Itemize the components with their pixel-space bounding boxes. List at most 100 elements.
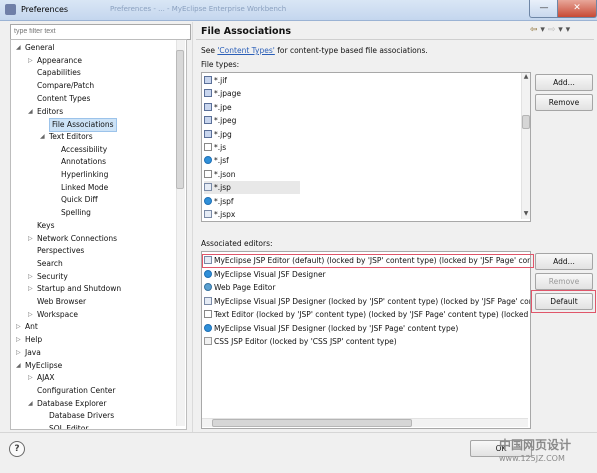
tree-item[interactable]: Content Types [37,93,90,105]
tree-item[interactable]: Startup and Shutdown [37,283,121,295]
view-menu-icon[interactable]: ▾ [566,25,571,35]
collapsed-twisty-icon[interactable]: ▷ [16,336,21,343]
tree-item[interactable]: Database Drivers [49,410,114,422]
tree-item[interactable]: Hyperlinking [61,169,108,181]
collapsed-twisty-icon[interactable]: ▷ [28,285,33,292]
help-button[interactable]: ? [9,441,25,457]
editor-row[interactable]: MyEclipse Visual JSP Designer (locked by… [204,295,530,308]
json-file-icon [204,169,212,178]
editor-row[interactable]: CSS JSP Editor (locked by 'CSS JSP' cont… [204,335,397,348]
tree-item[interactable]: Spelling [61,207,91,219]
tree-item[interactable]: Search [37,258,63,270]
file-type-row[interactable]: *.js [204,141,226,154]
file-type-label: *.jpage [214,89,241,99]
file-type-row[interactable]: *.jsf [204,154,229,167]
expanded-twisty-icon[interactable]: ◢ [16,362,21,369]
file-type-row[interactable]: *.jpg [204,128,232,141]
collapsed-twisty-icon[interactable]: ▷ [28,311,33,318]
file-image-icon [204,129,212,138]
editors-hscrollbar[interactable] [202,418,528,427]
back-dropdown-icon[interactable]: ▾ [540,25,545,35]
expanded-twisty-icon[interactable]: ◢ [16,44,21,51]
add-file-type-button[interactable]: Add... [535,74,593,91]
tree-item[interactable]: Quick Diff [61,194,98,206]
file-types-scrollbar-thumb[interactable] [522,115,530,129]
jsp-file-icon [204,183,212,192]
forward-dropdown-icon[interactable]: ▾ [558,25,563,35]
tree-item[interactable]: Java [25,347,41,359]
tree-item[interactable]: Accessibility [61,144,107,156]
file-type-row[interactable]: *.jspf [204,195,234,208]
collapsed-twisty-icon[interactable]: ▷ [16,323,21,330]
text-file-icon [204,310,212,318]
file-types-scrollbar[interactable]: ▲ ▼ [521,73,530,219]
forward-arrow-icon[interactable]: ⇨ [548,25,556,35]
preferences-tree[interactable]: ◢ General ▷ Appearance Capabilities Compare/P… [10,39,187,430]
tree-item[interactable]: Editors [37,106,63,118]
tree-item[interactable]: Annotations [61,156,106,168]
tree-item[interactable]: Capabilities [37,67,81,79]
scroll-down-icon[interactable]: ▼ [522,210,530,218]
tree-item[interactable]: Ant [25,321,38,333]
tree-item[interactable]: Text Editors [49,131,93,143]
tree-item[interactable]: Perspectives [37,245,84,257]
associated-editors-list[interactable]: CSS JSP Editor (locked by 'CSS JSP' cont… [201,251,531,429]
web-page-icon [204,283,212,291]
file-type-row[interactable]: *.jsp [204,181,300,195]
editor-row[interactable]: Web Page Editor [204,281,275,294]
tree-item[interactable]: Appearance [37,55,82,67]
file-type-label: *.jspx [214,210,236,219]
file-type-row[interactable]: *.jpage [204,87,241,100]
back-arrow-icon[interactable]: ⇦ [530,25,538,35]
content-types-link[interactable]: 'Content Types' [217,46,274,55]
minimize-button[interactable]: — [529,0,559,18]
tree-item[interactable]: Workspace [37,309,78,321]
file-type-row[interactable]: *.jpeg [204,114,236,127]
tree-item[interactable]: Web Browser [37,296,86,308]
scroll-up-icon[interactable]: ▲ [522,73,530,81]
expanded-twisty-icon[interactable]: ◢ [28,108,33,115]
expanded-twisty-icon[interactable]: ◢ [28,400,33,407]
tree-item[interactable]: Security [37,271,68,283]
expanded-twisty-icon[interactable]: ◢ [40,133,45,140]
tree-item[interactable]: Help [25,334,42,346]
default-editor-button[interactable]: Default [535,293,593,310]
tree-item[interactable]: Linked Mode [61,182,108,194]
tree-item[interactable]: Database Explorer [37,398,106,410]
file-type-label: *.js [214,143,227,152]
tree-item[interactable]: Compare/Patch [37,80,94,92]
filter-input[interactable] [10,24,191,40]
file-type-row[interactable]: *.jif [204,74,227,87]
file-type-label: *.jpeg [214,116,237,126]
jsf-globe-icon [204,156,212,165]
close-button[interactable]: ✕ [557,0,597,18]
editor-row[interactable]: MyEclipse Visual JSF Designer (locked by… [204,322,458,335]
collapsed-twisty-icon[interactable]: ▷ [28,235,33,242]
collapsed-twisty-icon[interactable]: ▷ [28,57,33,64]
tree-item[interactable]: SQL Editor [49,423,88,429]
page-title: File Associations [201,26,291,37]
remove-file-type-button[interactable]: Remove [535,94,593,111]
jsf-globe-icon [204,323,212,332]
panel-divider[interactable] [192,22,193,432]
tree-item[interactable]: MyEclipse [25,360,62,372]
collapsed-twisty-icon[interactable]: ▷ [28,273,33,280]
tree-item[interactable]: Network Connections [37,233,117,245]
remove-editor-button[interactable]: Remove [535,273,593,290]
add-editor-button[interactable]: Add... [535,253,593,270]
tree-item[interactable]: AJAX [37,372,54,384]
tree-item[interactable]: Configuration Center [37,385,116,397]
file-type-row[interactable]: *.jspx [204,208,235,221]
file-type-row[interactable]: *.jpe [204,101,232,114]
note-suffix: for content-type based file associations… [274,46,428,55]
collapsed-twisty-icon[interactable]: ▷ [16,349,21,356]
editor-row[interactable]: Text Editor (locked by 'JSP' content typ… [204,308,530,321]
file-types-list[interactable]: *.jspx *.jspf *.jsp *.json *.jsf *.js *.jpg *.j… [201,72,531,222]
collapsed-twisty-icon[interactable]: ▷ [28,374,33,381]
tree-item[interactable]: General [25,42,55,54]
editors-hscrollbar-thumb[interactable] [212,419,412,427]
tree-item[interactable]: Keys [37,220,55,232]
editor-row[interactable]: MyEclipse Visual JSF Designer [204,268,326,281]
tree-scrollbar-thumb[interactable] [176,50,184,189]
file-type-row[interactable]: *.json [204,168,235,181]
